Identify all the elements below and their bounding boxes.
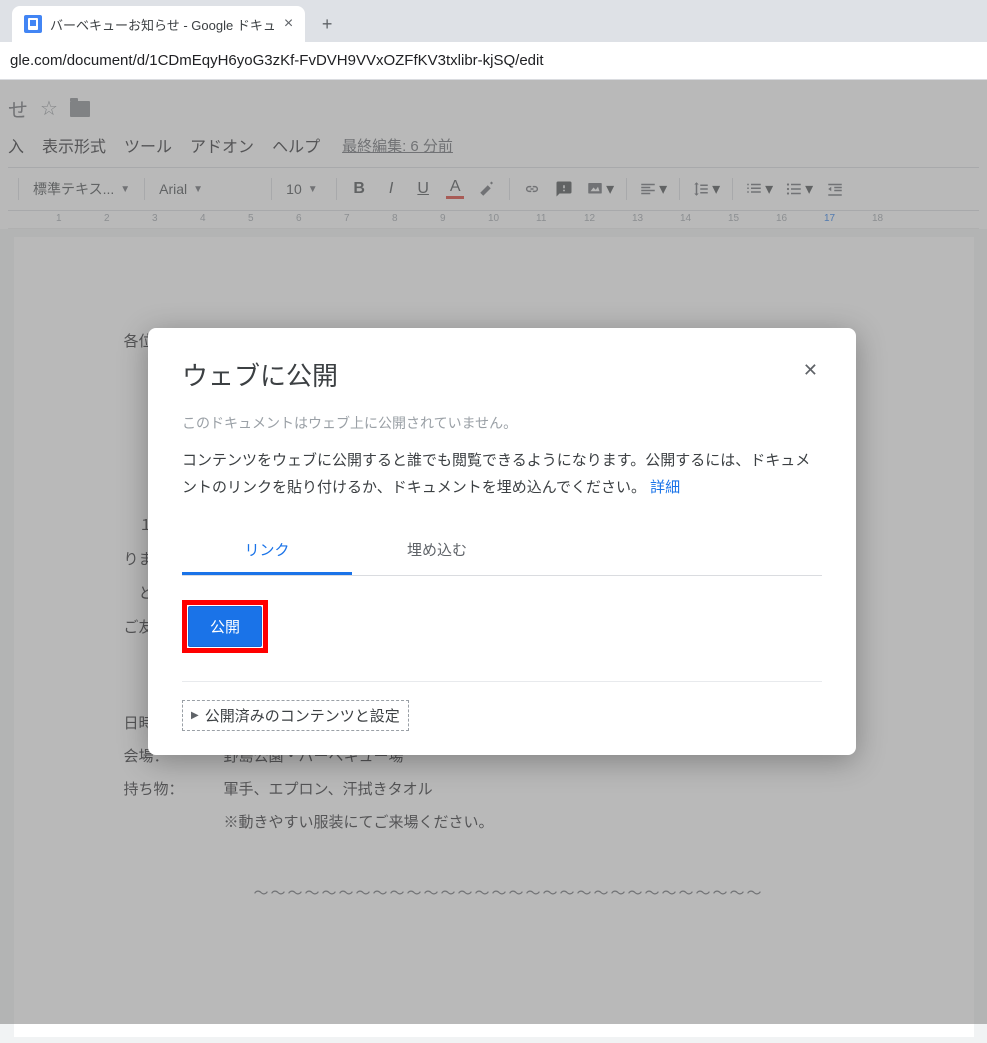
url-text: gle.com/document/d/1CDmEqyH6yoG3zKf-FvDV… [10, 52, 544, 69]
tab-link[interactable]: リンク [182, 527, 352, 575]
chrome-tab-strip: バーベキューお知らせ - Google ドキュ × + [0, 0, 987, 42]
address-bar[interactable]: gle.com/document/d/1CDmEqyH6yoG3zKf-FvDV… [0, 42, 987, 80]
docs-favicon [24, 15, 42, 33]
learn-more-link[interactable]: 詳細 [650, 479, 680, 496]
tab-title: バーベキューお知らせ - Google ドキュ [50, 15, 276, 34]
dialog-close-icon[interactable]: ✕ [799, 356, 822, 385]
dialog-subtitle: このドキュメントはウェブ上に公開されていません。 [182, 413, 822, 433]
tab-embed[interactable]: 埋め込む [352, 527, 522, 575]
dialog-body: コンテンツをウェブに公開すると誰でも閲覧できるようになります。公開するには、ドキ… [182, 447, 822, 501]
published-content-expander[interactable]: ▶ 公開済みのコンテンツと設定 [182, 700, 409, 731]
dialog-title: ウェブに公開 [182, 356, 338, 393]
triangle-right-icon: ▶ [191, 710, 199, 721]
publish-to-web-dialog: ウェブに公開 ✕ このドキュメントはウェブ上に公開されていません。 コンテンツを… [148, 328, 856, 755]
close-tab-icon[interactable]: × [284, 15, 293, 33]
publish-button[interactable]: 公開 [188, 606, 262, 647]
new-tab-button[interactable]: + [313, 10, 341, 38]
browser-tab[interactable]: バーベキューお知らせ - Google ドキュ × [12, 6, 305, 42]
highlight-annotation: 公開 [182, 600, 268, 653]
dialog-tabs: リンク 埋め込む [182, 527, 822, 576]
